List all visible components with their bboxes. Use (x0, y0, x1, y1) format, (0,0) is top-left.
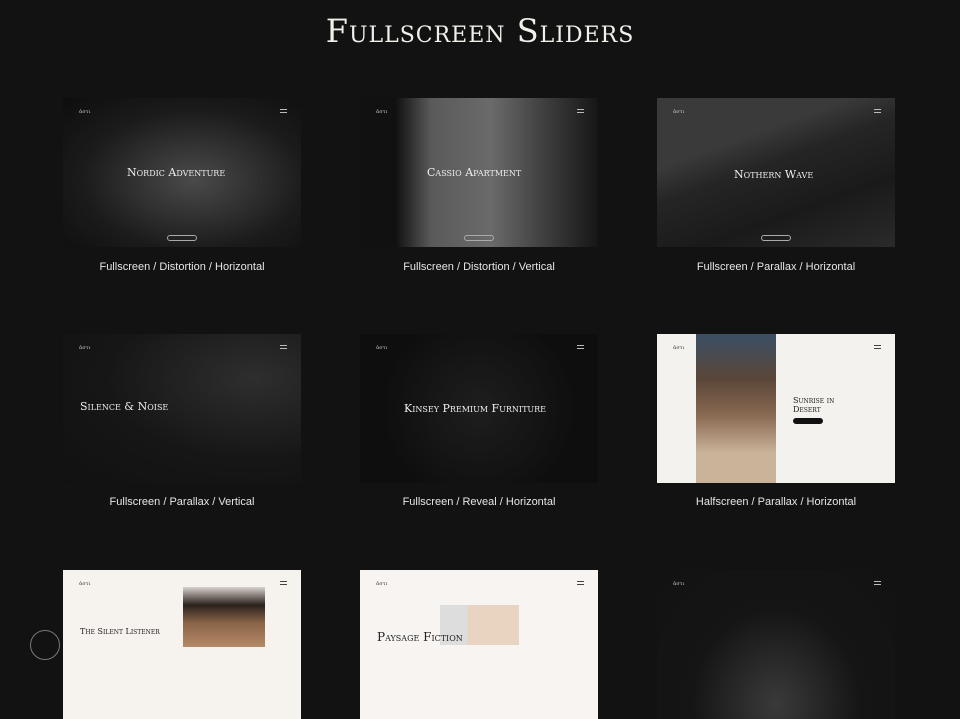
card-caption[interactable]: Halfscreen / Parallax / Horizontal (657, 496, 895, 508)
slide-button[interactable] (167, 235, 197, 241)
slider-card-the-silent-listener[interactable]: ἀστι The Silent Listener (63, 570, 301, 719)
slide-button[interactable] (464, 235, 494, 241)
card-caption[interactable]: Fullscreen / Distortion / Vertical (360, 261, 598, 273)
slider-card-silence-noise[interactable]: ἀστι Silence & Noise (63, 334, 301, 483)
scroll-indicator-icon[interactable] (30, 630, 60, 660)
portrait-image (696, 334, 776, 483)
menu-icon[interactable] (577, 345, 584, 349)
logo: ἀστι (376, 581, 388, 587)
menu-icon[interactable] (874, 345, 881, 349)
slider-card-dark[interactable]: ἀστι (657, 570, 895, 719)
slider-card-nothern-wave[interactable]: ἀστι Nothern Wave (657, 98, 895, 247)
logo: ἀστι (673, 109, 685, 115)
page-title: Fullscreen Sliders (325, 12, 635, 50)
menu-icon[interactable] (280, 109, 287, 113)
logo: ἀστι (673, 345, 685, 351)
logo: ἀστι (79, 345, 91, 351)
menu-icon[interactable] (280, 345, 287, 349)
logo: ἀστι (376, 345, 388, 351)
menu-icon[interactable] (874, 109, 881, 113)
slide-button[interactable] (793, 418, 823, 424)
slider-card-kinsey-premium-furniture[interactable]: ἀστι Kinsey Premium Furniture (360, 334, 598, 483)
portrait-image (183, 587, 265, 647)
slider-card-paysage-fiction[interactable]: ἀστι Paysage Fiction (360, 570, 598, 719)
slider-card-nordic-adventure[interactable]: ἀστι Nordic Adventure (63, 98, 301, 247)
slider-card-cassio-apartment[interactable]: ἀστι Cassio Apartment (360, 98, 598, 247)
logo: ἀστι (673, 581, 685, 587)
slide-title: Nothern Wave (734, 168, 814, 181)
slide-title: Silence & Noise (80, 400, 169, 413)
menu-icon[interactable] (577, 581, 584, 585)
card-caption[interactable]: Fullscreen / Reveal / Horizontal (360, 496, 598, 508)
card-caption[interactable]: Fullscreen / Distortion / Horizontal (63, 261, 301, 273)
slide-title: Paysage Fiction (377, 630, 463, 644)
logo: ἀστι (79, 109, 91, 115)
menu-icon[interactable] (280, 581, 287, 585)
slider-card-sunrise-in-desert[interactable]: ἀστι Sunrise in Desert (657, 334, 895, 483)
card-caption[interactable]: Fullscreen / Parallax / Horizontal (657, 261, 895, 273)
logo: ἀστι (79, 581, 91, 587)
slide-title: The Silent Listener (80, 627, 160, 636)
card-caption[interactable]: Fullscreen / Parallax / Vertical (63, 496, 301, 508)
slide-title: Nordic Adventure (127, 166, 226, 179)
slide-title: Sunrise in Desert (793, 396, 835, 414)
slide-title: Kinsey Premium Furniture (404, 402, 547, 415)
menu-icon[interactable] (874, 581, 881, 585)
slide-title: Cassio Apartment (427, 166, 522, 179)
menu-icon[interactable] (577, 109, 584, 113)
slide-button[interactable] (761, 235, 791, 241)
logo: ἀστι (376, 109, 388, 115)
